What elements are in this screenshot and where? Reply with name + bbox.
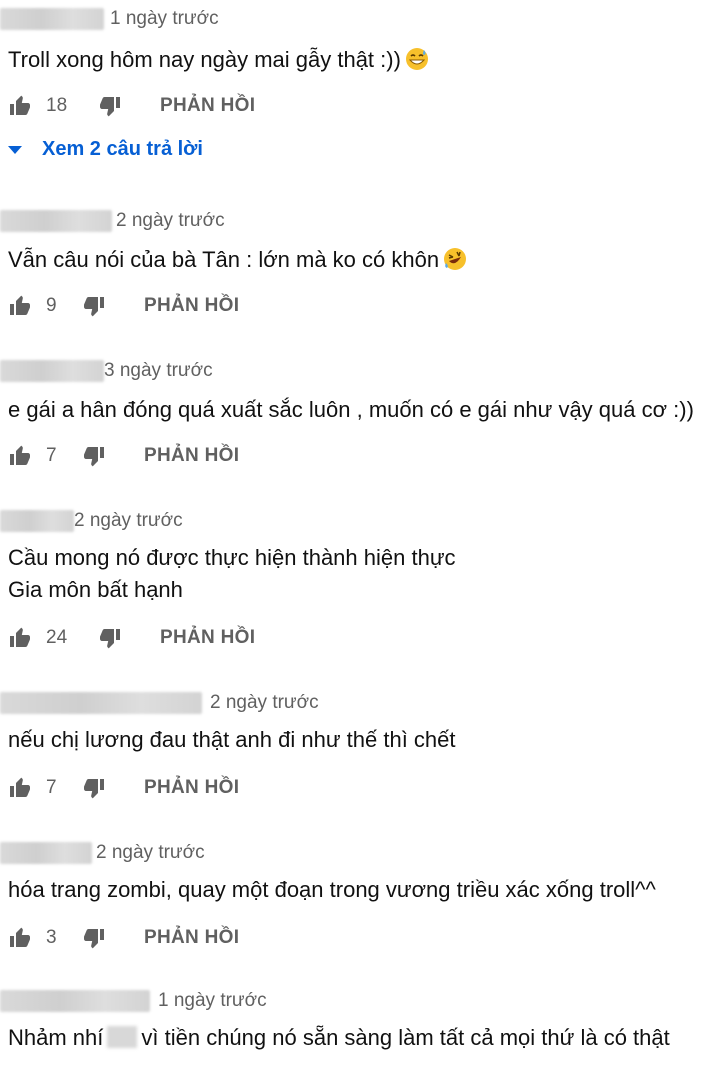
author-name-blurred[interactable]: [0, 990, 150, 1012]
comment-text: e gái a hân đóng quá xuất sắc luôn , muố…: [8, 397, 694, 422]
rofl-emoji-icon: [444, 248, 467, 270]
thumbs-up-icon[interactable]: [8, 626, 32, 650]
thumbs-up-icon[interactable]: [8, 94, 32, 118]
author-name-blurred[interactable]: [0, 842, 92, 864]
comment-time: 2 ngày trước: [116, 210, 225, 231]
reply-button[interactable]: PHẢN HỒI: [144, 295, 239, 317]
comment-text: Cầu mong nó được thực hiện thành hiện th…: [8, 545, 456, 602]
thumbs-down-icon[interactable]: [98, 626, 122, 650]
comment-text: Vẫn câu nói của bà Tân : lớn mà ko có kh…: [8, 244, 467, 276]
author-name-blurred[interactable]: [0, 692, 202, 714]
comment-text: Troll xong hôm nay ngày mai gẫy thật :)): [8, 44, 429, 76]
reply-button[interactable]: PHẢN HỒI: [144, 777, 239, 799]
comment-time: 2 ngày trước: [210, 692, 319, 713]
caret-down-icon: [8, 145, 22, 154]
thumbs-down-icon[interactable]: [82, 776, 106, 800]
like-count: 24: [46, 627, 68, 648]
like-count: 7: [46, 777, 57, 798]
reply-button[interactable]: PHẢN HỒI: [144, 927, 239, 949]
author-name-blurred[interactable]: [0, 510, 74, 532]
comment-time: 1 ngày trước: [158, 990, 267, 1011]
author-name-blurred[interactable]: [0, 8, 104, 30]
comment-text: hóa trang zombi, quay một đoạn trong vươ…: [8, 877, 656, 902]
like-count: 7: [46, 445, 57, 466]
sweat-smile-emoji-icon: [405, 48, 428, 70]
like-count: 9: [46, 295, 57, 316]
comment-text: nếu chị lương đau thật anh đi như thế th…: [8, 727, 456, 752]
like-count: 18: [46, 95, 68, 116]
comment-time: 2 ngày trước: [74, 510, 183, 531]
author-name-blurred[interactable]: [0, 360, 104, 382]
thumbs-down-icon[interactable]: [98, 94, 122, 118]
author-name-blurred[interactable]: [0, 210, 112, 232]
reply-button[interactable]: PHẢN HỒI: [160, 627, 255, 649]
thumbs-up-icon[interactable]: [8, 444, 32, 468]
thumbs-up-icon[interactable]: [8, 776, 32, 800]
reply-button[interactable]: PHẢN HỒI: [160, 95, 255, 117]
view-replies-button[interactable]: Xem 2 câu trả lời: [8, 138, 203, 161]
comment-text: Nhảm nhí vì tiền chúng nó sẵn sàng làm tấ…: [8, 1025, 670, 1050]
thumbs-down-icon[interactable]: [82, 926, 106, 950]
reply-button[interactable]: PHẢN HỒI: [144, 445, 239, 467]
like-count: 3: [46, 927, 57, 948]
thumbs-up-icon[interactable]: [8, 926, 32, 950]
comment-time: 2 ngày trước: [96, 842, 205, 863]
thumbs-down-icon[interactable]: [82, 294, 106, 318]
thumbs-down-icon[interactable]: [82, 444, 106, 468]
comment-time: 3 ngày trước: [104, 360, 213, 381]
comment-time: 1 ngày trước: [110, 8, 219, 29]
thumbs-up-icon[interactable]: [8, 294, 32, 318]
censored-word-blurred: [107, 1026, 138, 1048]
